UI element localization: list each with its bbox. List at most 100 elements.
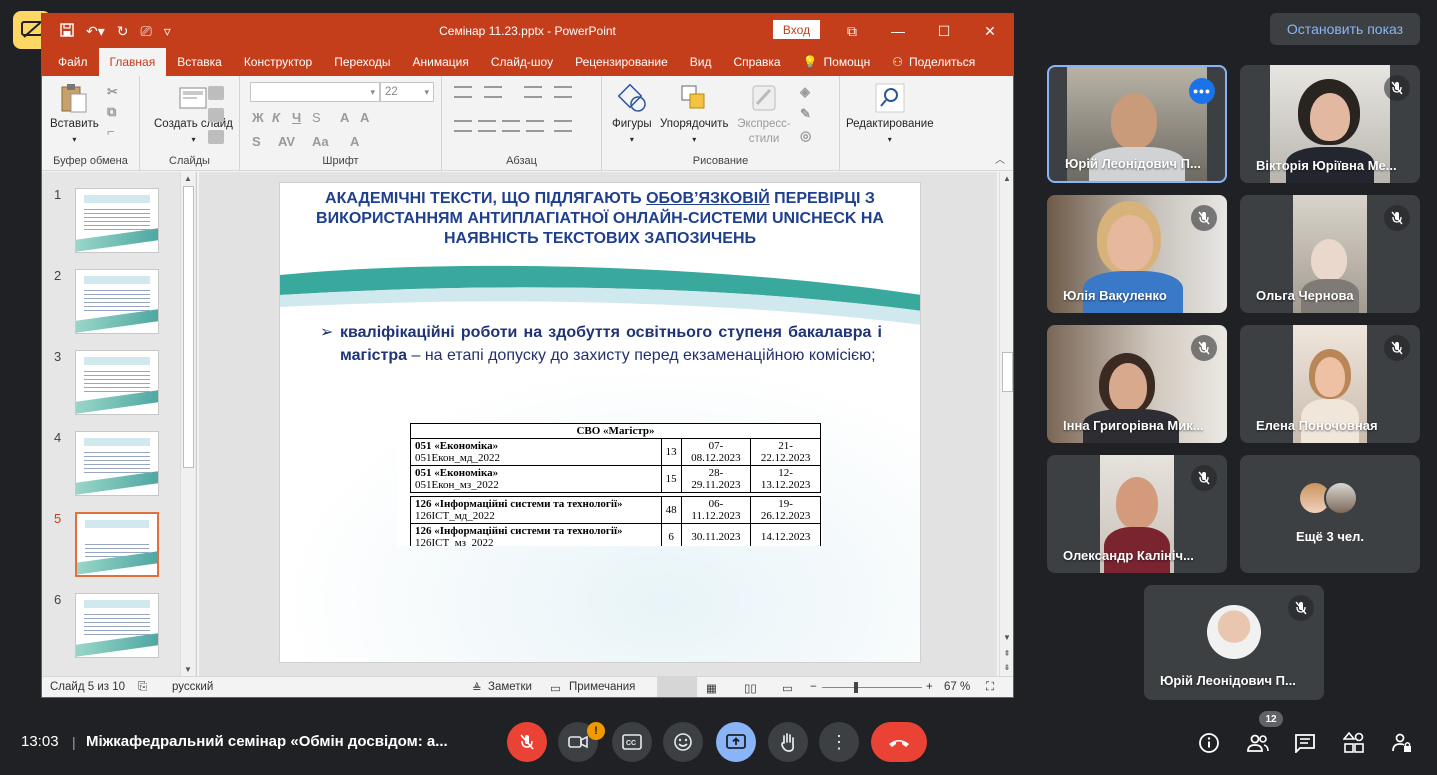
format-painter-icon[interactable]: ⌐ [107,124,115,139]
normal-view-icon[interactable] [657,677,697,697]
previous-slide-icon[interactable]: ⇞ [1000,649,1013,658]
chat-button[interactable] [1292,730,1318,756]
tab-home[interactable]: Главная [98,48,167,76]
zoom-level[interactable]: 67 % [944,681,970,693]
slide-thumbnail-1[interactable] [75,188,159,253]
participants-button[interactable] [1245,730,1271,756]
section-icon[interactable] [208,130,224,144]
decrease-font-icon[interactable]: A [360,110,369,125]
undo-icon[interactable]: ↶▾ [86,23,105,40]
text-direction-icon[interactable] [554,86,572,98]
slide-scrollbar[interactable]: ▲ ▼ ⇞ ⇟ [999,172,1013,676]
participant-tile[interactable]: Ольга Чернова [1240,195,1420,313]
quick-styles-button[interactable]: Экспресс-стили [736,82,792,147]
tab-review[interactable]: Рецензирование [564,48,679,76]
paste-button[interactable]: Вставить ▾ [50,82,99,147]
shape-effects-icon[interactable]: ◎ [800,128,811,144]
participant-tile[interactable]: ••• Юрій Леонідович П... [1047,65,1227,183]
font-size-combo[interactable]: 22 ▾ [380,82,434,102]
line-spacing-icon[interactable] [524,86,542,98]
maximize-icon[interactable]: ☐ [921,14,967,48]
save-icon[interactable] [60,22,74,40]
slide-thumbnail-5[interactable] [75,512,159,577]
slide-thumbnail-2[interactable] [75,269,159,334]
tab-share[interactable]: ⚇ Поделиться [881,48,986,76]
italic-icon[interactable]: К [272,110,280,125]
shapes-button[interactable]: Фигуры ▾ [612,82,652,147]
thumbnails-scrollbar[interactable]: ▲ ▼ [180,172,195,676]
notes-button[interactable]: Заметки [488,681,532,693]
align-left-icon[interactable] [454,120,472,132]
language-indicator[interactable]: русский [172,681,213,693]
meeting-details-button[interactable] [1196,730,1222,756]
participant-tile-self[interactable]: Юрій Леонідович П... [1144,585,1324,700]
close-icon[interactable]: ✕ [967,14,1013,48]
copy-icon[interactable]: ⧉ [107,104,116,120]
sign-in-button[interactable]: Вход [773,20,820,39]
current-slide[interactable]: АКАДЕМІЧНІ ТЕКСТИ, ЩО ПІДЛЯГАЮТЬ ОБОВ’ЯЗ… [279,182,921,663]
editing-button[interactable]: Редактирование ▾ [846,82,934,147]
more-options-button[interactable]: ⋮ [819,722,859,762]
minimize-icon[interactable]: — [875,14,921,48]
slideshow-view-icon[interactable]: ▭ [782,681,793,695]
tab-file[interactable]: Файл [47,48,99,76]
tab-transitions[interactable]: Переходы [323,48,401,76]
tab-tell-me[interactable]: 💡 Помощн [792,48,882,76]
layout-icon[interactable] [208,86,224,100]
next-slide-icon[interactable]: ⇟ [1000,663,1013,672]
tab-slideshow[interactable]: Слайд-шоу [480,48,564,76]
present-screen-button[interactable] [716,722,756,762]
captions-button[interactable]: CC [612,722,652,762]
tab-insert[interactable]: Вставка [166,48,233,76]
participant-tile[interactable]: Елена Поночовная [1240,325,1420,443]
font-name-combo[interactable]: ▾ [250,82,380,102]
participant-tile[interactable]: Інна Григорівна Мик... [1047,325,1227,443]
participant-tile[interactable]: Вікторія Юріївна Ме... [1240,65,1420,183]
align-center-icon[interactable] [478,120,496,132]
leave-call-button[interactable] [871,722,927,762]
shadow-icon[interactable]: S [252,134,261,149]
slide-sorter-icon[interactable]: ▦ [706,681,717,695]
slide-thumbnail-6[interactable] [75,593,159,658]
increase-font-icon[interactable]: A [340,110,349,125]
tab-animations[interactable]: Анимация [402,48,480,76]
redo-icon[interactable]: ↻ [117,23,129,40]
host-controls-button[interactable] [1389,730,1415,756]
others-tile[interactable]: Ещё 3 чел. [1240,455,1420,573]
reset-icon[interactable] [208,108,224,122]
shape-fill-icon[interactable]: ◈ [800,84,810,100]
customize-toolbar-icon[interactable]: ▿ [164,23,171,40]
more-options-icon[interactable]: ••• [1189,78,1215,104]
reactions-button[interactable] [663,722,703,762]
start-from-beginning-icon[interactable]: ⎚ [141,23,152,40]
shape-outline-icon[interactable]: ✎ [800,106,811,122]
participant-tile[interactable]: Олександр Калініч... [1047,455,1227,573]
justify-icon[interactable] [526,120,544,132]
bullets-icon[interactable] [454,86,472,98]
zoom-slider-handle[interactable] [854,682,858,693]
character-spacing-icon[interactable]: AV [278,134,295,149]
spelling-icon[interactable]: ⎘ [138,681,147,694]
raise-hand-button[interactable] [768,722,808,762]
zoom-out-icon[interactable]: − [810,681,817,693]
comments-button[interactable]: Примечания [569,681,635,693]
tab-view[interactable]: Вид [679,48,723,76]
columns-icon[interactable] [554,120,572,132]
tab-help[interactable]: Справка [722,48,791,76]
bold-icon[interactable]: Ж [252,110,264,125]
mic-toggle-button[interactable] [507,722,547,762]
numbering-icon[interactable] [484,86,502,98]
arrange-button[interactable]: Упорядочить ▾ [660,82,728,147]
stop-presenting-button[interactable]: Остановить показ [1270,13,1420,45]
zoom-in-icon[interactable]: + [926,681,933,693]
ribbon-display-options-icon[interactable]: ⧉ [829,14,875,48]
cut-icon[interactable]: ✂ [107,84,118,100]
font-color-icon[interactable]: A [350,134,359,149]
collapse-ribbon-icon[interactable]: ︿ [995,151,1005,166]
slide-thumbnail-4[interactable] [75,431,159,496]
underline-icon[interactable]: Ч [292,110,301,125]
align-right-icon[interactable] [502,120,520,132]
tab-design[interactable]: Конструктор [233,48,323,76]
fit-to-window-icon[interactable]: ⛶ [986,681,994,694]
zoom-slider[interactable] [822,687,922,688]
